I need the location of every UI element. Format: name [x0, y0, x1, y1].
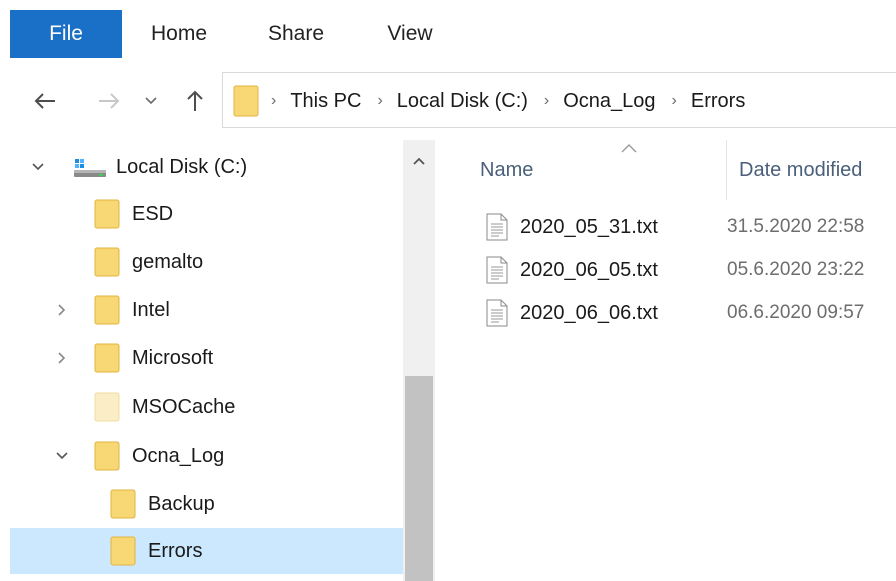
tree-item-label: gemalto [132, 250, 204, 273]
tree-item-backup[interactable]: Backup [10, 481, 403, 527]
file-list: Name Date modified 2020_05_31.txt 31.5.2… [440, 140, 896, 581]
arrow-right-icon [99, 93, 120, 109]
column-header-name[interactable]: Name [480, 140, 708, 200]
hidden-folder-icon [94, 392, 120, 422]
scrollbar-thumb[interactable] [405, 376, 433, 581]
chevron-down-icon[interactable] [52, 446, 72, 466]
breadcrumb-errors[interactable]: Errors [691, 90, 745, 113]
folder-icon [94, 199, 120, 229]
sort-ascending-icon [621, 144, 637, 153]
file-date-modified: 31.5.2020 22:58 [727, 216, 865, 237]
tree-item-intel[interactable]: Intel [10, 287, 403, 333]
file-row[interactable]: 2020_06_06.txt 06.6.2020 09:57 [480, 290, 896, 336]
tab-home[interactable]: Home [130, 10, 228, 58]
folder-icon [94, 247, 120, 277]
arrow-left-icon [34, 93, 55, 109]
tree-scrollbar[interactable] [403, 140, 435, 581]
tree-item-esd[interactable]: ESD [10, 191, 403, 237]
up-button[interactable] [178, 78, 212, 124]
tree-item-local-disk[interactable]: Local Disk (C:) [10, 144, 403, 190]
tree-item-label: Local Disk (C:) [116, 155, 248, 178]
breadcrumb-ocna-log[interactable]: Ocna_Log [563, 90, 655, 113]
navigation-tree: Local Disk (C:) ESD gemalto Intel Micros… [0, 140, 440, 581]
file-date-modified: 05.6.2020 23:22 [727, 259, 865, 280]
chevron-down-icon[interactable] [28, 157, 48, 177]
folder-icon [110, 489, 136, 519]
column-header-label: Name [480, 158, 534, 181]
chevron-right-icon[interactable] [52, 348, 72, 368]
file-row[interactable]: 2020_05_31.txt 31.5.2020 22:58 [480, 204, 896, 250]
tree-item-msocache[interactable]: MSOCache [10, 384, 403, 430]
breadcrumb-local-disk[interactable]: Local Disk (C:) [397, 90, 528, 113]
tree-item-microsoft[interactable]: Microsoft [10, 335, 403, 381]
file-name: 2020_06_06.txt [520, 301, 658, 324]
recent-locations-button[interactable] [138, 78, 164, 124]
file-date-modified: 06.6.2020 09:57 [727, 302, 865, 323]
breadcrumb-separator-icon[interactable]: › [544, 92, 549, 110]
breadcrumb-this-pc[interactable]: This PC [290, 90, 361, 113]
breadcrumb-separator-icon[interactable]: › [377, 92, 382, 110]
scroll-up-button[interactable] [403, 148, 435, 174]
folder-icon [233, 85, 259, 117]
drive-icon [74, 159, 106, 177]
tree-item-label: Microsoft [132, 346, 214, 369]
breadcrumb-separator-icon[interactable]: › [672, 92, 677, 110]
arrow-up-icon [187, 90, 203, 111]
navigation-bar: › This PC › Local Disk (C:) › Ocna_Log ›… [0, 70, 896, 132]
ribbon: File Home Share View [0, 0, 896, 60]
file-name: 2020_06_05.txt [520, 258, 658, 281]
chevron-right-icon[interactable] [52, 300, 72, 320]
text-file-icon [486, 213, 508, 241]
tree-item-gemalto[interactable]: gemalto [10, 239, 403, 285]
tree-item-label: Intel [132, 298, 170, 321]
file-name: 2020_05_31.txt [520, 215, 658, 238]
forward-button[interactable] [92, 78, 126, 124]
text-file-icon [486, 256, 508, 284]
column-header-label: Date modified [739, 158, 863, 181]
file-row[interactable]: 2020_06_05.txt 05.6.2020 23:22 [480, 247, 896, 293]
tree-item-label: MSOCache [132, 395, 236, 418]
chevron-down-icon [145, 97, 157, 105]
tab-file[interactable]: File [10, 10, 122, 58]
breadcrumb-separator-icon: › [271, 92, 277, 109]
folder-icon [94, 441, 120, 471]
folder-icon [110, 536, 136, 566]
tree-item-errors[interactable]: Errors [10, 528, 403, 574]
text-file-icon [486, 299, 508, 327]
tab-share[interactable]: Share [250, 10, 342, 58]
column-header-date-modified[interactable]: Date modified [726, 140, 896, 200]
back-button[interactable] [28, 78, 62, 124]
tree-item-ocna-log[interactable]: Ocna_Log [10, 433, 403, 479]
chevron-up-icon [413, 157, 425, 165]
tree-item-label: ESD [132, 202, 174, 225]
tab-view[interactable]: View [365, 10, 455, 58]
tree-item-label: Backup [148, 492, 215, 515]
folder-icon [94, 295, 120, 325]
address-bar[interactable]: › This PC › Local Disk (C:) › Ocna_Log ›… [222, 72, 896, 128]
breadcrumb: › This PC › Local Disk (C:) › Ocna_Log ›… [271, 73, 745, 129]
tree-item-label: Ocna_Log [132, 444, 225, 467]
folder-icon [94, 343, 120, 373]
tree-item-label: Errors [148, 539, 203, 562]
